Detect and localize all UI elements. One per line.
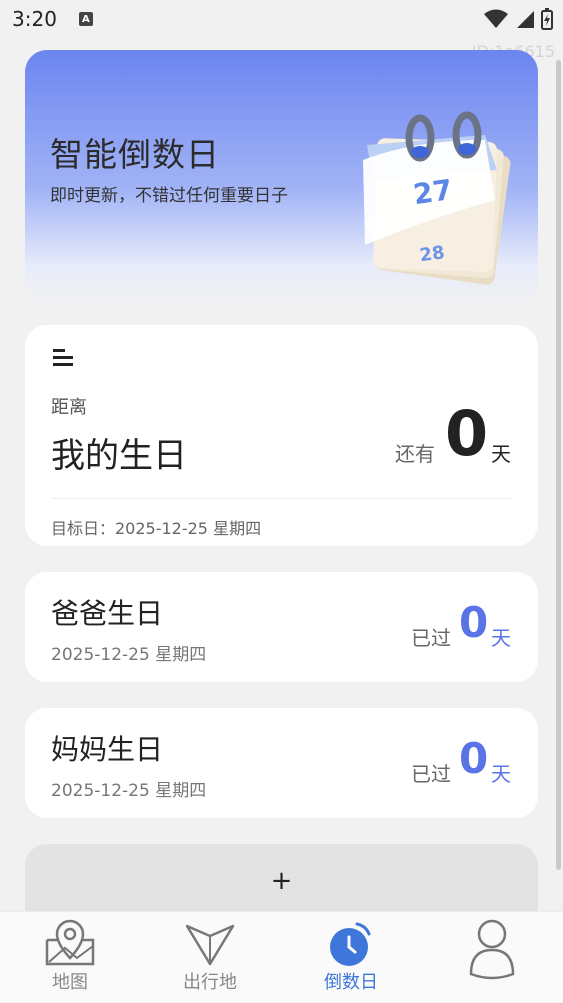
event-days-prefix: 已过: [411, 762, 451, 786]
tab-travel[interactable]: 出行地: [140, 912, 280, 1003]
main-days-count: 0: [445, 397, 489, 470]
hero-title: 智能倒数日: [50, 135, 220, 174]
person-icon: [469, 919, 515, 980]
location-arrow-icon: [185, 924, 235, 966]
plus-icon: +: [270, 866, 293, 896]
main-days-prefix: 还有: [395, 442, 435, 466]
scrollbar[interactable]: [556, 60, 561, 870]
calendar-number-back: 28: [418, 242, 446, 266]
main-countdown-card[interactable]: 距离 我的生日 还有 0 天 目标日：2025-12-25 星期四: [25, 325, 538, 546]
divider: [51, 498, 512, 499]
event-days-unit: 天: [491, 626, 511, 650]
event-days-count: 0: [459, 734, 489, 783]
event-days-unit: 天: [491, 762, 511, 786]
event-days-prefix: 已过: [411, 626, 451, 650]
status-time: 3:20: [12, 7, 57, 31]
map-pin-icon: [45, 919, 95, 966]
wifi-icon: [484, 9, 508, 28]
status-indicators: [483, 8, 553, 30]
tab-label: 地图: [52, 972, 88, 993]
battery-icon: [541, 8, 553, 30]
target-date: 目标日：2025-12-25 星期四: [51, 519, 262, 538]
tab-label: 出行地: [183, 972, 237, 993]
distance-label: 距离: [51, 397, 87, 418]
status-bar: 3:20 A: [0, 0, 563, 38]
hero-subtitle: 即时更新，不错过任何重要日子: [50, 186, 288, 206]
signal-icon: [517, 11, 534, 28]
tab-map[interactable]: 地图: [0, 912, 140, 1003]
event-card[interactable]: 爸爸生日 2025-12-25 星期四 已过 0 天: [25, 572, 538, 682]
main-days-unit: 天: [491, 442, 511, 466]
calendar-illustration-icon: 27 28: [363, 111, 511, 285]
tab-countdown[interactable]: 倒数日: [281, 912, 421, 1003]
tab-profile[interactable]: [422, 912, 562, 1003]
notification-icon: A: [78, 12, 93, 26]
tab-label: 倒数日: [324, 972, 378, 993]
menu-icon[interactable]: [51, 347, 75, 367]
calendar-number: 27: [411, 173, 454, 211]
event-card[interactable]: 妈妈生日 2025-12-25 星期四 已过 0 天: [25, 708, 538, 818]
event-name: 爸爸生日: [51, 597, 164, 630]
main-event-name: 我的生日: [51, 436, 187, 476]
event-days-count: 0: [459, 598, 489, 647]
bottom-tab-bar: 地图 出行地 倒数日: [0, 911, 563, 1002]
event-date: 2025-12-25 星期四: [51, 781, 207, 801]
hero-banner: 智能倒数日 即时更新，不错过任何重要日子 27 28: [25, 50, 538, 305]
event-name: 妈妈生日: [51, 733, 164, 766]
event-date: 2025-12-25 星期四: [51, 645, 207, 665]
alarm-clock-icon: [330, 922, 371, 966]
